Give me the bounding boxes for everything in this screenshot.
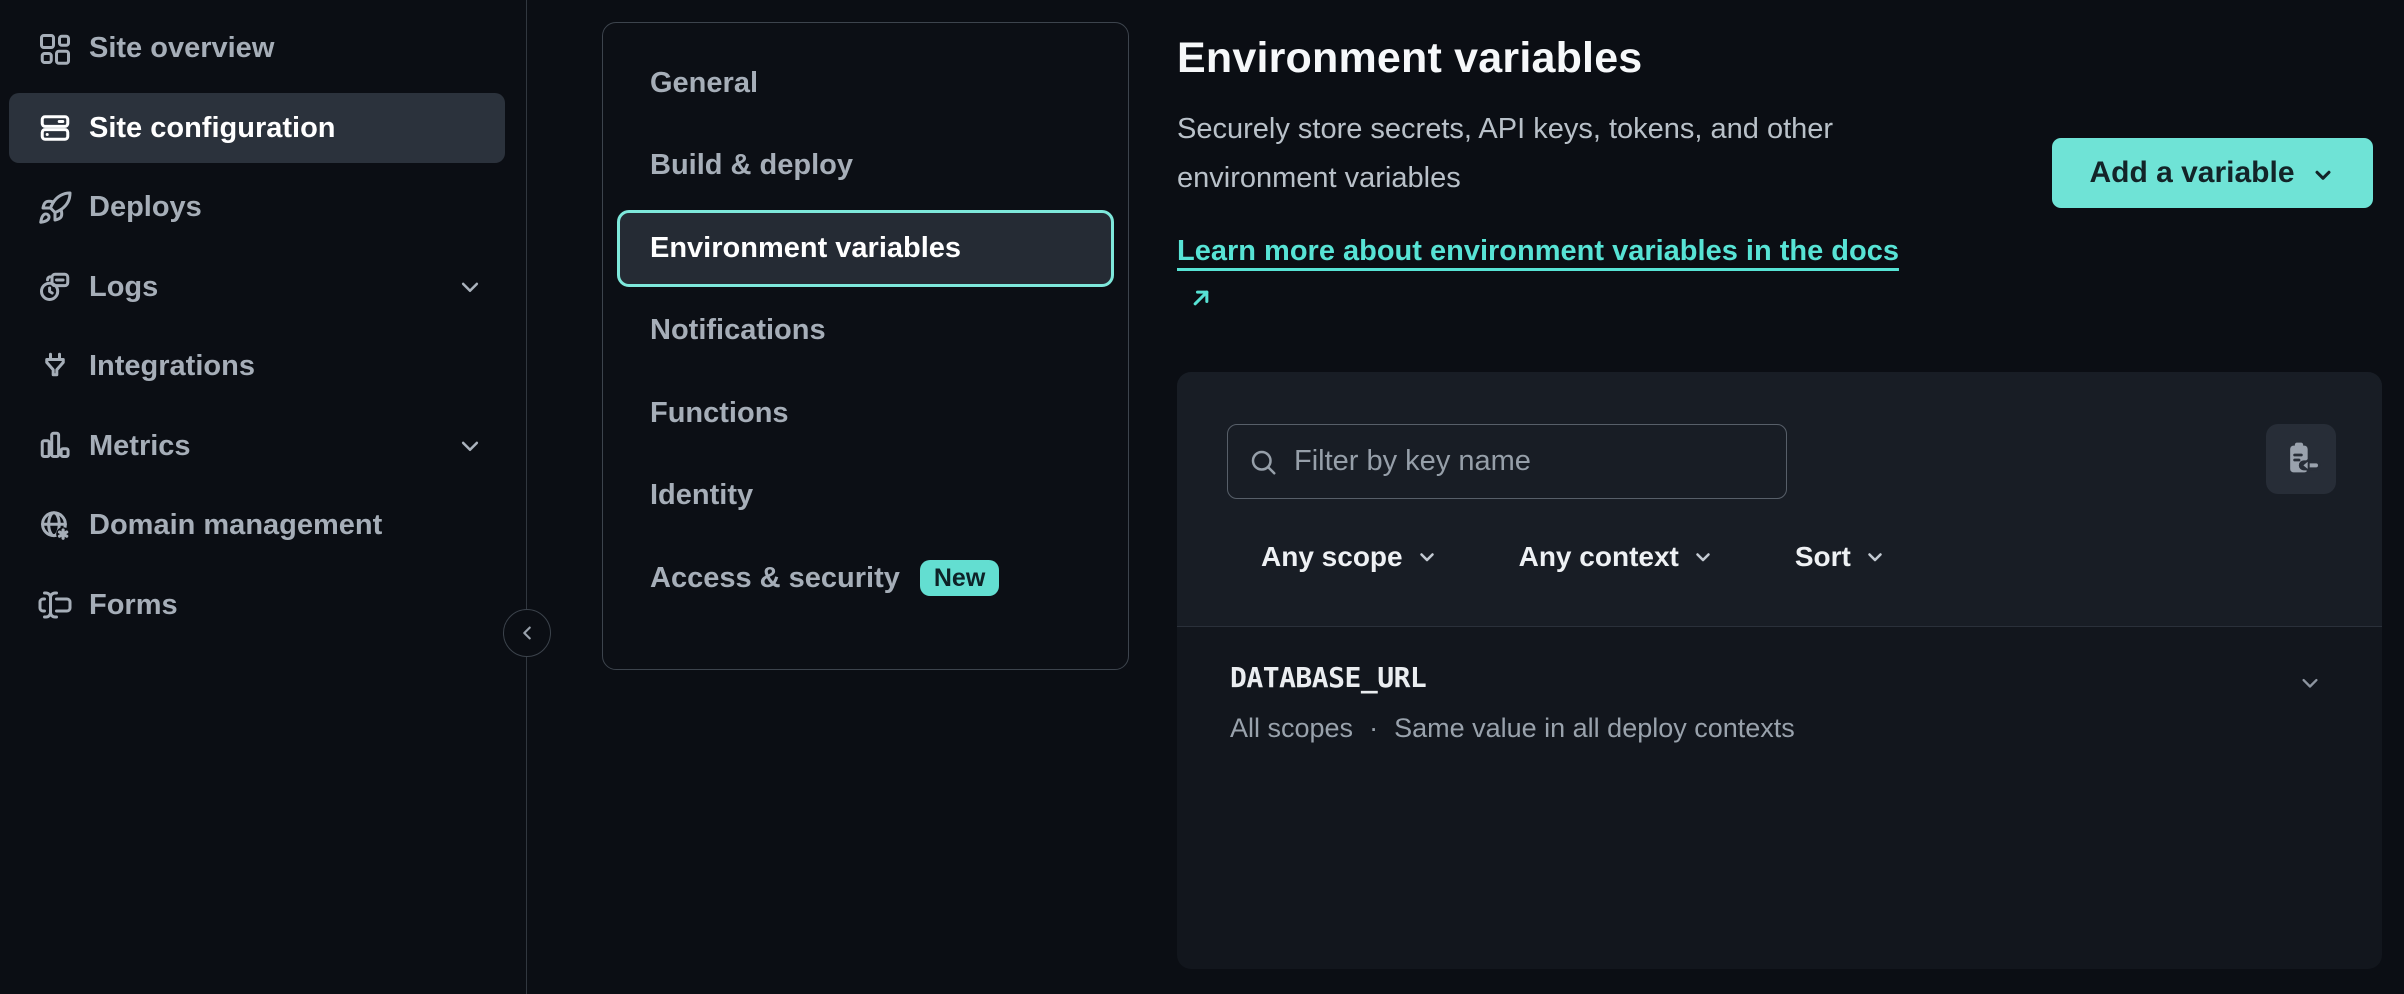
chevron-down-icon[interactable] [2296,669,2324,697]
chevron-left-icon [514,620,540,646]
chevron-down-icon [1863,545,1887,569]
config-nav-identity[interactable]: Identity [617,457,1114,534]
server-icon [37,110,73,146]
env-variable-scopes: All scopes [1230,713,1353,744]
external-link-icon [1187,284,1215,312]
sidebar-item-site-configuration[interactable]: Site configuration [9,93,505,163]
config-nav-access-security[interactable]: Access & security New [617,540,1114,617]
config-nav-label: Access & security [650,562,900,595]
env-variable-contexts: Same value in all deploy contexts [1394,713,1795,744]
import-env-button[interactable] [2266,424,2336,494]
plug-icon [37,349,73,385]
grid-icon [37,31,73,67]
filter-search-box [1227,424,1787,499]
sidebar-item-integrations[interactable]: Integrations [9,332,505,402]
add-variable-label: Add a variable [2089,156,2294,190]
chevron-down-icon [1691,545,1715,569]
meta-separator: · [1369,713,1378,744]
chevron-down-icon [1415,545,1439,569]
filters-row: Any scope Any context Sort [1227,541,2336,573]
site-sidebar: Site overview Site configuration Deploys… [0,0,527,994]
logs-clock-icon [37,269,73,305]
form-input-icon [37,587,73,623]
sidebar-item-deploys[interactable]: Deploys [9,173,505,243]
config-nav-notifications[interactable]: Notifications [617,292,1114,369]
sidebar-item-logs[interactable]: Logs [9,252,505,322]
sidebar-collapse-button[interactable] [503,609,551,657]
sidebar-item-label: Site configuration [89,112,336,145]
page-header: Environment variables Securely store sec… [1177,0,2057,325]
config-nav-environment-variables[interactable]: Environment variables [617,210,1114,287]
chevron-down-icon [455,272,485,302]
env-variable-row[interactable]: DATABASE_URL All scopes · Same value in … [1177,627,2382,744]
variables-toolbar: Any scope Any context Sort [1177,372,2382,627]
filter-sort[interactable]: Sort [1795,541,1887,573]
config-nav-build-deploy[interactable]: Build & deploy [617,127,1114,204]
import-clipboard-icon [2281,439,2321,479]
config-nav-label: Identity [650,479,753,512]
chevron-down-icon [455,431,485,461]
sidebar-item-forms[interactable]: Forms [9,570,505,640]
rocket-icon [37,190,73,226]
config-nav-functions[interactable]: Functions [617,375,1114,452]
env-variables-card: Any scope Any context Sort DATABASE_URL … [1177,372,2382,969]
docs-link[interactable]: Learn more about environment variables i… [1177,227,1912,325]
config-nav-label: Environment variables [650,232,961,265]
filter-label: Sort [1795,541,1851,573]
sidebar-item-metrics[interactable]: Metrics [9,411,505,481]
search-icon [1248,447,1278,477]
env-variable-meta: All scopes · Same value in all deploy co… [1230,713,2336,744]
docs-link-label: Learn more about environment variables i… [1177,235,1899,267]
bar-chart-icon [37,428,73,464]
filter-any-scope[interactable]: Any scope [1261,541,1439,573]
sidebar-item-domain-management[interactable]: Domain management [9,491,505,561]
sidebar-item-label: Deploys [89,191,202,224]
sidebar-item-label: Domain management [89,509,382,542]
filter-key-input[interactable] [1294,445,1766,478]
sidebar-item-label: Integrations [89,350,255,383]
globe-icon [37,508,73,544]
page-description: Securely store secrets, API keys, tokens… [1177,105,1937,203]
sidebar-item-site-overview[interactable]: Site overview [9,14,505,84]
sidebar-item-label: Forms [89,589,178,622]
filter-label: Any scope [1261,541,1403,573]
new-badge: New [920,560,999,597]
filter-any-context[interactable]: Any context [1519,541,1715,573]
sidebar-item-label: Site overview [89,32,274,65]
chevron-down-icon [2310,162,2336,188]
config-nav-label: Build & deploy [650,149,853,182]
sidebar-item-label: Metrics [89,430,191,463]
config-nav-label: Notifications [650,314,826,347]
config-nav-label: Functions [650,397,789,430]
config-nav-general[interactable]: General [617,45,1114,122]
sidebar-item-label: Logs [89,271,158,304]
page-title: Environment variables [1177,34,2057,83]
add-variable-button[interactable]: Add a variable [2052,138,2373,208]
filter-label: Any context [1519,541,1679,573]
site-configuration-nav: General Build & deploy Environment varia… [602,22,1129,670]
config-nav-label: General [650,67,758,100]
env-variable-key: DATABASE_URL [1230,661,2336,694]
